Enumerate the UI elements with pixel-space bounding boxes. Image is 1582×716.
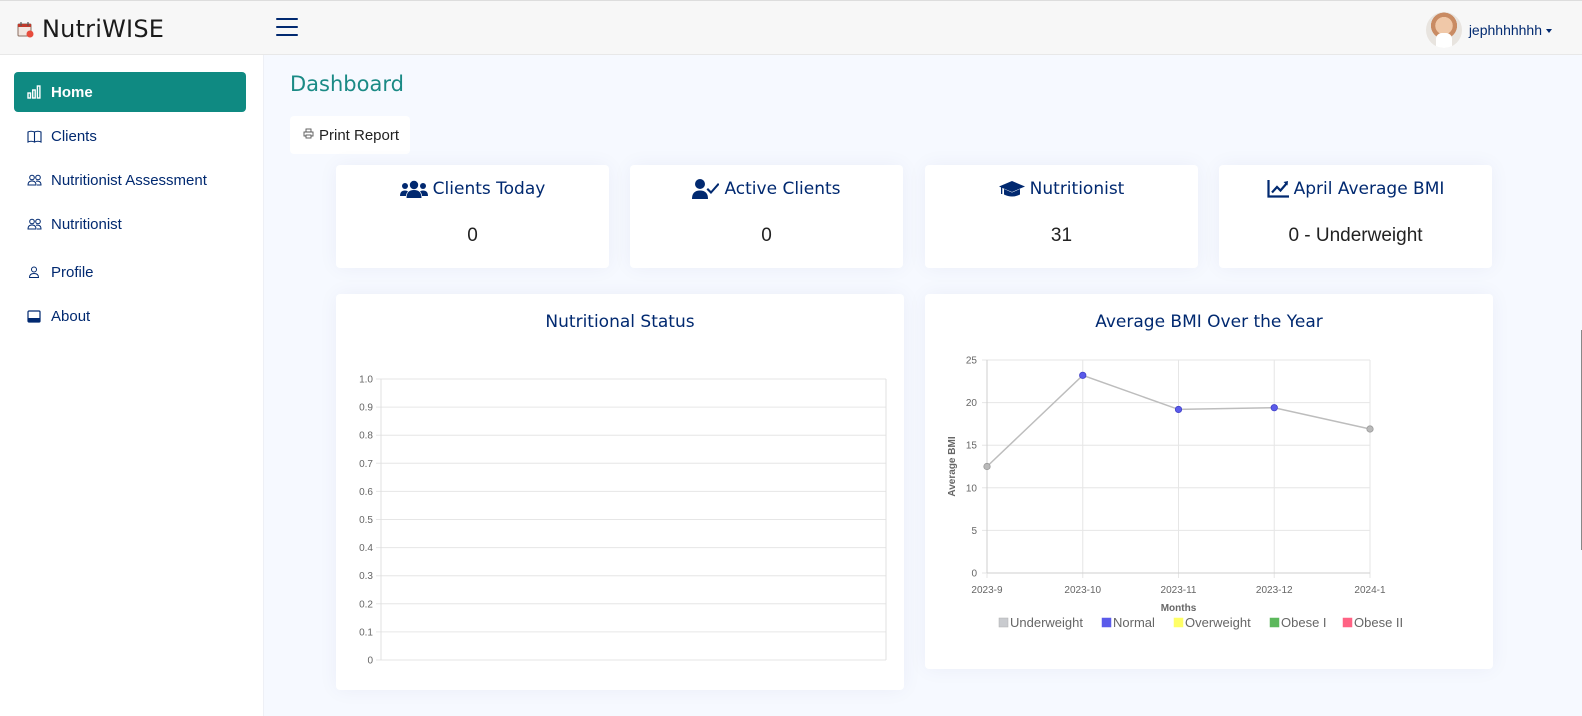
- app-logo[interactable]: NutriWISE: [17, 15, 164, 43]
- data-point: [1174, 405, 1183, 414]
- calendar-icon: [17, 21, 34, 38]
- sidebar-item-label: Nutritionist Assessment: [51, 171, 207, 189]
- stat-label: April Average BMI: [1293, 179, 1445, 199]
- x-tick-label: 2023-9: [971, 585, 1003, 596]
- stat-value: 0: [467, 225, 478, 246]
- stat-value: 0: [761, 225, 772, 246]
- stat-card-active-clients: Active Clients 0: [630, 165, 903, 268]
- legend-label: Obese I: [1281, 615, 1327, 630]
- sidebar-item-home[interactable]: Home: [14, 72, 246, 112]
- legend-swatch: [1269, 617, 1280, 628]
- bar-chart-icon: [26, 84, 42, 100]
- y-tick-label: 0: [971, 569, 977, 580]
- users-icon: [399, 180, 428, 198]
- sidebar-item-label: Nutritionist: [51, 215, 122, 233]
- window-icon: [26, 308, 42, 324]
- y-tick-label: 25: [966, 356, 978, 367]
- legend-swatch: [1101, 617, 1112, 628]
- user-check-icon: [692, 179, 720, 199]
- sidebar-item-label: Clients: [51, 127, 97, 145]
- nutritional-status-card: Nutritional Status 1.0 0.9 0.8 0.7 0.6 0.5 0.4…: [336, 294, 904, 690]
- nutritional-status-chart: 1.0 0.9 0.8 0.7 0.6 0.5 0.4 0.3 0.2 0.1 0: [359, 375, 887, 667]
- average-bmi-card: Average BMI Over the Year 25 20 15 10 5 0 2023…: [925, 294, 1493, 669]
- caret-down-icon: [1546, 29, 1552, 33]
- data-point: [1079, 371, 1087, 379]
- y-tick-label: 0.8: [359, 431, 373, 442]
- y-tick-label: 0.5: [359, 515, 373, 526]
- user-menu[interactable]: jephhhhhhh: [1425, 12, 1552, 48]
- y-tick-label: 0.4: [359, 543, 373, 554]
- app-name: NutriWISE: [42, 15, 165, 43]
- x-tick-label: 2023-12: [1256, 585, 1293, 596]
- book-icon: [26, 128, 42, 144]
- stat-card-april-average-bmi: April Average BMI 0 - Underweight: [1219, 165, 1492, 268]
- sidebar-item-nutritionist-assessment[interactable]: Nutritionist Assessment: [14, 160, 246, 200]
- sidebar-item-profile[interactable]: Profile: [14, 252, 246, 292]
- y-tick-label: 0.2: [359, 599, 373, 610]
- stat-card-nutritionist: Nutritionist 31: [925, 165, 1198, 268]
- average-bmi-chart: 25 20 15 10 5 0 2023-9 2023-10 2023-11 2023-12 202…: [947, 356, 1403, 631]
- y-tick-label: 0: [367, 656, 373, 667]
- x-tick-label: 2024-1: [1354, 585, 1386, 596]
- legend-label: Normal: [1113, 615, 1155, 630]
- sidebar-item-label: Home: [51, 83, 93, 101]
- y-tick-label: 0.6: [359, 487, 373, 498]
- page-title: Dashboard: [290, 72, 404, 96]
- legend-label: Underweight: [1010, 615, 1083, 630]
- chart-line-icon: [1266, 180, 1289, 198]
- top-header: NutriWISE jephhhhhhh: [0, 0, 1582, 55]
- y-tick-label: 15: [966, 441, 978, 452]
- sidebar-item-nutritionist[interactable]: Nutritionist: [14, 204, 246, 244]
- y-tick-label: 5: [971, 526, 977, 537]
- stat-value: 31: [1050, 225, 1073, 246]
- y-tick-label: 10: [966, 483, 978, 494]
- y-axis-title: Average BMI: [947, 436, 958, 496]
- y-tick-label: 0.1: [359, 627, 373, 638]
- legend-swatch: [998, 617, 1009, 628]
- stat-value: 0 - Underweight: [1288, 225, 1423, 246]
- y-tick-label: 0.3: [359, 571, 373, 582]
- y-tick-label: 0.9: [359, 403, 373, 414]
- graduation-cap-icon: [998, 181, 1025, 197]
- avatar: [1425, 12, 1462, 48]
- y-tick-label: 20: [966, 398, 978, 409]
- sidebar-item-label: Profile: [51, 263, 94, 281]
- data-point: [1270, 404, 1278, 412]
- printer-icon: [303, 128, 314, 142]
- y-tick-label: 0.7: [359, 459, 373, 470]
- legend-label: Overweight: [1185, 615, 1251, 630]
- people-icon: [26, 172, 42, 188]
- sidebar: Home Clients Nutritionist Assessment Nut…: [0, 55, 264, 716]
- legend-swatch: [1173, 617, 1184, 628]
- data-point: [1366, 425, 1374, 433]
- username: jephhhhhhh: [1468, 22, 1542, 38]
- data-point: [983, 462, 991, 471]
- print-report-label: Print Report: [319, 126, 400, 144]
- legend-label: Obese II: [1354, 615, 1403, 630]
- stat-label: Nutritionist: [1029, 179, 1125, 199]
- stat-label: Clients Today: [432, 179, 546, 199]
- sidebar-item-clients[interactable]: Clients: [14, 116, 246, 156]
- stat-label: Active Clients: [724, 179, 841, 199]
- print-report-button[interactable]: Print Report: [290, 116, 410, 154]
- x-tick-label: 2023-11: [1161, 585, 1197, 596]
- sidebar-item-about[interactable]: About: [14, 296, 246, 336]
- legend-swatch: [1342, 617, 1353, 628]
- stat-card-clients-today: Clients Today 0: [336, 165, 609, 268]
- x-tick-label: 2023-10: [1064, 585, 1101, 596]
- person-icon: [26, 264, 42, 280]
- sidebar-toggle-icon[interactable]: [276, 18, 298, 38]
- y-tick-label: 1.0: [359, 375, 373, 386]
- people-icon: [26, 216, 42, 232]
- x-axis-title: Months: [1161, 603, 1197, 614]
- sidebar-item-label: About: [51, 307, 91, 325]
